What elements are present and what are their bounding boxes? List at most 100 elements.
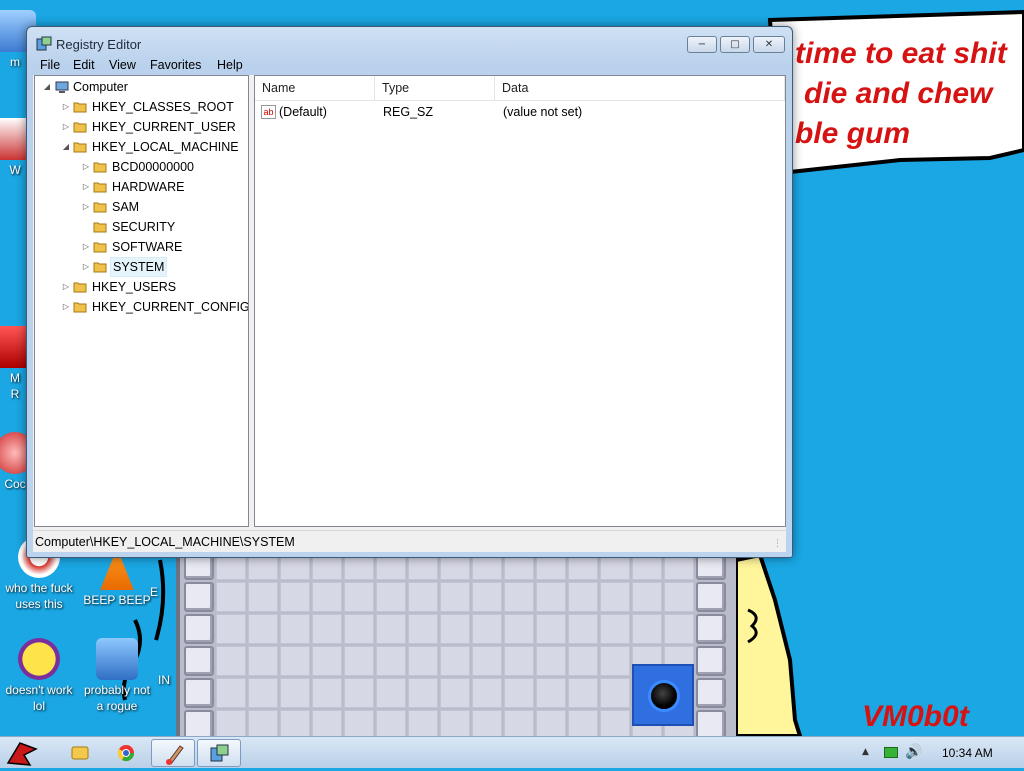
desktop-icon-label: Coc: [4, 477, 26, 491]
desktop-icon-rogue[interactable]: probably not a rogue: [80, 638, 154, 714]
folder-icon: [73, 102, 87, 113]
taskbar-explorer[interactable]: [58, 739, 102, 767]
column-header-data[interactable]: Data: [495, 76, 785, 101]
folder-icon: [73, 282, 87, 293]
value-row[interactable]: ab (Default) REG_SZ (value not set): [255, 102, 785, 122]
start-button[interactable]: [2, 739, 46, 767]
list-header: Name Type Data: [255, 76, 785, 101]
expand-arrow-icon[interactable]: ▷: [61, 277, 71, 297]
floor-tile: [440, 582, 470, 612]
value-list-pane[interactable]: Name Type Data ab (Default) REG_SZ (valu…: [254, 75, 786, 527]
floor-tile: [504, 582, 534, 612]
tree-node-hkey-classes-root[interactable]: ▷ HKEY_CLASSES_ROOT: [35, 97, 248, 117]
value-type: REG_SZ: [383, 105, 434, 119]
floor-tile: [280, 614, 310, 644]
floor-tile: [664, 582, 694, 612]
wall-tile: [696, 614, 726, 644]
tree-node-label: HKEY_USERS: [92, 280, 177, 294]
resize-grip-icon[interactable]: ⋮: [773, 539, 782, 549]
tree-node-hkey-local-machine[interactable]: ◢ HKEY_LOCAL_MACHINE: [35, 137, 248, 157]
tree-node-hardware[interactable]: ▷ HARDWARE: [35, 177, 248, 197]
tree-node-sam[interactable]: ▷ SAM: [35, 197, 248, 217]
minimize-button[interactable]: −: [687, 36, 717, 53]
floor-tile: [536, 678, 566, 708]
tree-node-system[interactable]: ▷ SYSTEM: [35, 257, 248, 277]
floor-tile: [568, 678, 598, 708]
show-hidden-icons-icon[interactable]: ▲: [862, 747, 869, 757]
tree-node-hkey-current-config[interactable]: ▷ HKEY_CURRENT_CONFIG: [35, 297, 248, 317]
floor-tile: [312, 678, 342, 708]
value-data: (value not set): [503, 105, 583, 119]
floor-tile: [600, 614, 630, 644]
floor-tile: [344, 646, 374, 676]
tree-node-label: BCD00000000: [112, 160, 195, 174]
expand-arrow-icon[interactable]: ▷: [81, 257, 91, 277]
expand-arrow-icon[interactable]: ▷: [61, 97, 71, 117]
tree-node-software[interactable]: ▷ SOFTWARE: [35, 237, 248, 257]
floor-tile: [600, 678, 630, 708]
taskbar-regedit[interactable]: [197, 739, 241, 767]
floor-tile: [376, 646, 406, 676]
wall-tile: [184, 614, 214, 644]
desktop-icon-yahoo[interactable]: doesn't work lol: [2, 638, 76, 714]
desktop-icon-label: who the fuck uses this: [5, 581, 73, 611]
title-bar[interactable]: Registry Editor − □ ✕: [27, 27, 792, 57]
floor-tile: [408, 646, 438, 676]
expand-arrow-icon[interactable]: ▷: [81, 197, 91, 217]
floor-tile: [344, 678, 374, 708]
expand-arrow-icon[interactable]: ▷: [81, 157, 91, 177]
expand-arrow-icon[interactable]: ▷: [81, 177, 91, 197]
tree-node-hkey-current-user[interactable]: ▷ HKEY_CURRENT_USER: [35, 117, 248, 137]
registry-editor-window[interactable]: Registry Editor − □ ✕ File Edit View Fav…: [26, 26, 793, 558]
tree-node-computer[interactable]: ◢ Computer: [35, 77, 245, 97]
speaker-icon[interactable]: 🔊: [905, 744, 922, 760]
floor-tile: [280, 646, 310, 676]
folder-icon: [73, 142, 87, 153]
floor-tile: [472, 614, 502, 644]
wall-tile: [696, 678, 726, 708]
maximize-button[interactable]: □: [720, 36, 750, 53]
tree-node-bcd00000000[interactable]: ▷ BCD00000000: [35, 157, 248, 177]
desktop-icon-label: probably not a rogue: [83, 683, 151, 713]
close-button[interactable]: ✕: [753, 36, 785, 53]
tree-node-hkey-users[interactable]: ▷ HKEY_USERS: [35, 277, 248, 297]
column-header-type[interactable]: Type: [375, 76, 495, 101]
taskbar: ▲ 🔊 10:34 AM: [0, 736, 1024, 768]
network-icon[interactable]: [884, 747, 898, 758]
floor-tile: [280, 582, 310, 612]
desktop-icon-e[interactable]: E: [132, 584, 176, 600]
floor-tile: [536, 646, 566, 676]
menu-help[interactable]: Help: [217, 58, 243, 72]
speech-line-3: ble gum: [795, 117, 911, 150]
wall-tile: [696, 582, 726, 612]
goal-hole-tile[interactable]: [632, 664, 694, 726]
floor-tile: [440, 646, 470, 676]
tree-node-security[interactable]: SECURITY: [35, 217, 248, 237]
expand-arrow-icon[interactable]: ▷: [61, 117, 71, 137]
floor-tile: [344, 614, 374, 644]
menu-file[interactable]: File: [40, 58, 60, 72]
clock[interactable]: 10:34 AM: [942, 746, 993, 760]
expand-arrow-icon[interactable]: ▷: [81, 237, 91, 257]
computer-icon: [55, 81, 69, 93]
taskbar-chrome[interactable]: [104, 739, 148, 767]
key-tree-pane[interactable]: ◢ Computer ▷ HKEY_CLASSES_ROOT ▷ HKEY_CURRE…: [34, 75, 249, 527]
floor-tile: [408, 678, 438, 708]
tree-node-label: Computer: [73, 80, 128, 94]
menu-edit[interactable]: Edit: [73, 58, 95, 72]
taskbar-paint[interactable]: [151, 739, 195, 767]
floor-tile: [536, 582, 566, 612]
desktop-icon-in[interactable]: IN: [152, 672, 176, 688]
expand-arrow-icon[interactable]: ▷: [61, 297, 71, 317]
collapse-arrow-icon[interactable]: ◢: [61, 137, 71, 157]
floor-tile: [440, 614, 470, 644]
floor-tile: [280, 678, 310, 708]
folder-icon: [73, 122, 87, 133]
column-header-name[interactable]: Name: [255, 76, 375, 101]
speech-line-2: die and chew: [804, 77, 993, 110]
menu-favorites[interactable]: Favorites: [150, 58, 201, 72]
menu-view[interactable]: View: [109, 58, 136, 72]
value-name: (Default): [279, 105, 327, 119]
collapse-arrow-icon[interactable]: ◢: [42, 77, 52, 97]
wall-tile: [184, 582, 214, 612]
